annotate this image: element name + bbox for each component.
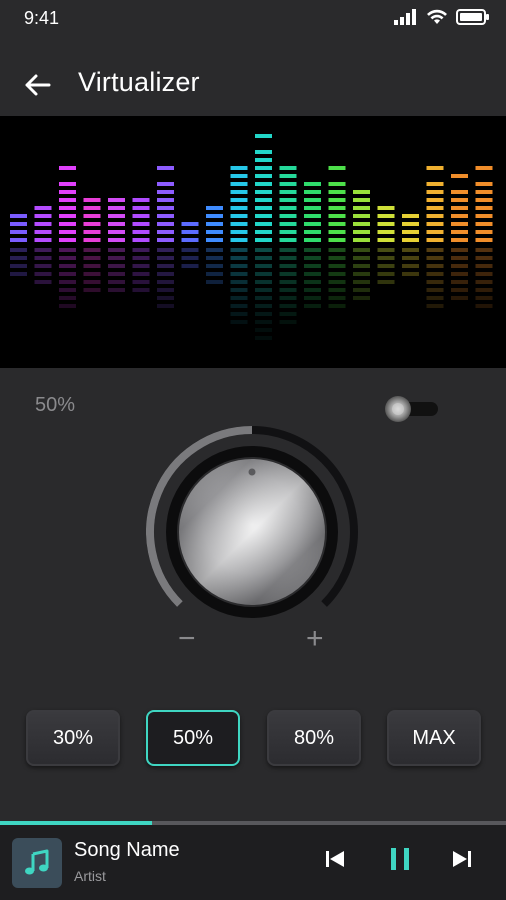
status-bar: 9:41: [0, 0, 506, 36]
mini-player[interactable]: Song Name Artist: [0, 825, 506, 900]
arrow-left-icon[interactable]: [22, 70, 52, 100]
status-time: 9:41: [24, 8, 60, 28]
preset-30-button[interactable]: 30%: [26, 710, 120, 766]
intensity-label: 50%: [35, 394, 76, 416]
spectrum-bar: [353, 190, 370, 300]
spectrum-bars: [10, 134, 493, 340]
spectrum-bar: [59, 166, 76, 308]
knob-indicator-dot: [248, 468, 256, 476]
preset-80-button[interactable]: 80%: [267, 710, 361, 766]
spectrum-bar: [451, 174, 468, 300]
decrease-label: −: [178, 622, 196, 655]
battery-icon: [456, 9, 489, 25]
album-art: [12, 838, 62, 888]
increase-label: +: [306, 622, 324, 655]
spectrum-bar: [475, 166, 493, 308]
music-note-icon: [25, 849, 49, 875]
spectrum-bar: [426, 166, 444, 308]
artist-name: Artist: [74, 868, 106, 884]
spectrum-bar: [304, 182, 321, 308]
audio-visualizer: [0, 116, 506, 368]
enable-toggle[interactable]: [384, 395, 440, 423]
spectrum-bar: [255, 134, 272, 340]
spectrum-bar: [108, 198, 125, 292]
song-title: Song Name: [74, 839, 180, 861]
spectrum-bar: [34, 206, 52, 284]
spectrum-bar: [10, 214, 27, 276]
spectrum-bar: [157, 166, 174, 308]
pause-icon[interactable]: [386, 845, 414, 873]
spectrum-bar: [83, 198, 101, 292]
skip-previous-icon[interactable]: [323, 847, 347, 871]
spectrum-bar: [279, 166, 297, 324]
status-icons: [394, 9, 490, 25]
page-title: Virtualizer: [78, 67, 200, 97]
spectrum-bar: [377, 206, 395, 284]
signal-icon: [394, 9, 416, 25]
strength-knob[interactable]: [146, 425, 358, 638]
spectrum-bar: [181, 222, 199, 268]
spectrum-bar: [206, 206, 223, 284]
spectrum-bar: [402, 214, 419, 276]
wifi-icon: [427, 9, 447, 24]
skip-next-icon[interactable]: [450, 847, 474, 871]
spectrum-bar: [230, 166, 248, 324]
preset-max-button[interactable]: MAX: [387, 710, 481, 766]
spectrum-bar: [132, 198, 150, 292]
preset-50-button[interactable]: 50%: [146, 710, 240, 766]
app-bar: Virtualizer: [0, 52, 506, 116]
spectrum-bar: [328, 166, 346, 308]
